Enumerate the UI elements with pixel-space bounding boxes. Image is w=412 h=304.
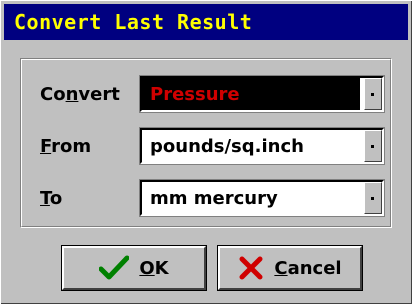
from-dropdown[interactable]: pounds/sq.inch (139, 127, 385, 165)
to-dropdown-button[interactable] (364, 182, 382, 214)
title-bar[interactable]: Convert Last Result (4, 4, 408, 40)
checkmark-icon (99, 255, 130, 281)
convert-dropdown[interactable]: Pressure (139, 75, 385, 113)
to-value: mm mercury (150, 188, 278, 209)
from-value: pounds/sq.inch (150, 136, 304, 157)
x-icon (238, 255, 264, 281)
cancel-label: Cancel (274, 257, 342, 279)
convert-value: Pressure (150, 84, 240, 105)
convert-dropdown-button[interactable] (364, 78, 382, 110)
cancel-button[interactable]: Cancel (217, 245, 363, 291)
from-label: From (40, 136, 92, 157)
convert-label: Convert (40, 84, 120, 105)
ok-button[interactable]: OK (61, 245, 207, 291)
to-dropdown[interactable]: mm mercury (139, 179, 385, 217)
to-label: To (40, 188, 63, 209)
convert-dialog: Convert Last Result Convert Pressure Fro… (0, 0, 412, 304)
ok-label: OK (139, 257, 169, 279)
window-title: Convert Last Result (14, 10, 253, 34)
from-dropdown-button[interactable] (364, 130, 382, 162)
